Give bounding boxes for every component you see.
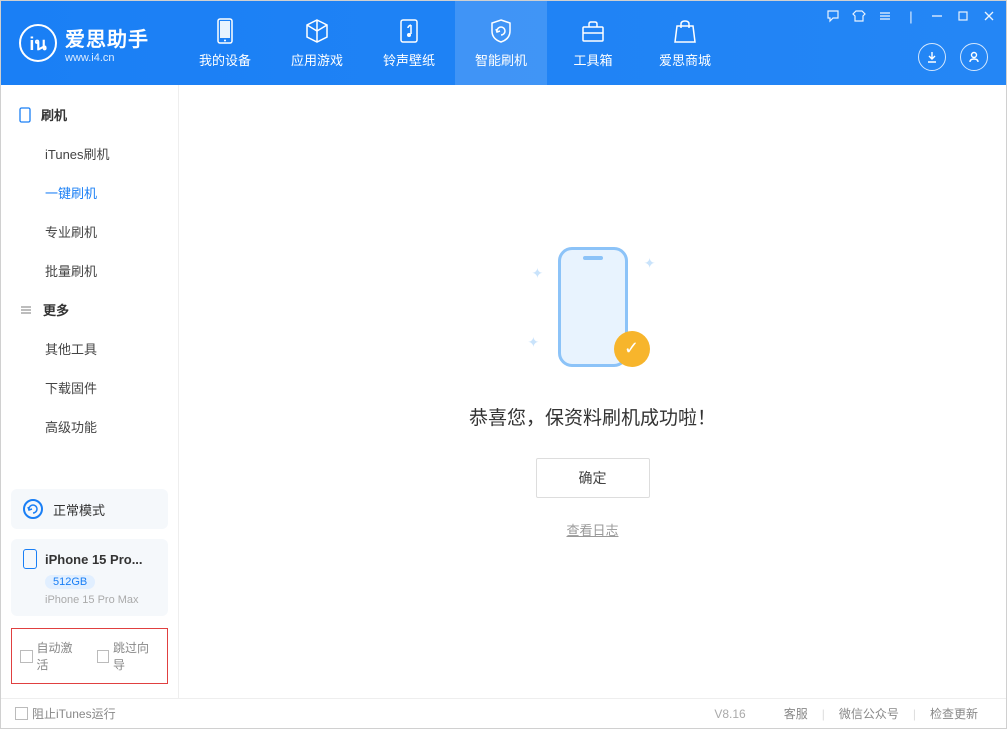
version-label: V8.16 xyxy=(714,707,745,721)
sidebar-item-itunes-flash[interactable]: iTunes刷机 xyxy=(1,134,178,173)
device-card[interactable]: iPhone 15 Pro... 512GB iPhone 15 Pro Max xyxy=(11,539,168,616)
checkbox-icon xyxy=(20,650,33,663)
checkbox-icon xyxy=(97,650,110,663)
logo-area: iน 爱思助手 www.i4.cn xyxy=(1,1,179,85)
minimize-button[interactable] xyxy=(928,7,946,25)
checkbox-skip-wizard[interactable]: 跳过向导 xyxy=(97,639,160,673)
sidebar-item-advanced[interactable]: 高级功能 xyxy=(1,407,178,446)
nav-label: 爱思商城 xyxy=(659,50,711,69)
nav-label: 工具箱 xyxy=(573,50,612,69)
sidebar-group-flash: 刷机 xyxy=(1,95,178,134)
user-button[interactable] xyxy=(960,43,988,71)
sidebar-group-more: 更多 xyxy=(1,290,178,329)
refresh-icon xyxy=(23,499,43,519)
nav-toolbox[interactable]: 工具箱 xyxy=(547,1,639,85)
nav-ringtones[interactable]: 铃声壁纸 xyxy=(363,1,455,85)
checkbox-icon xyxy=(15,707,28,720)
update-link[interactable]: 检查更新 xyxy=(916,705,992,722)
app-title: 爱思助手 xyxy=(65,23,149,52)
nav-flash[interactable]: 智能刷机 xyxy=(455,1,547,85)
sidebar-item-download-firmware[interactable]: 下载固件 xyxy=(1,368,178,407)
wechat-link[interactable]: 微信公众号 xyxy=(825,705,913,722)
skin-icon[interactable] xyxy=(850,7,868,25)
device-subtitle: iPhone 15 Pro Max xyxy=(45,594,156,606)
sidebar: 刷机 iTunes刷机 一键刷机 专业刷机 批量刷机 更多 其他工具 下载固件 … xyxy=(1,85,179,698)
nav-label: 铃声壁纸 xyxy=(383,50,435,69)
app-header: iน 爱思助手 www.i4.cn 我的设备 应用游戏 铃声壁纸 智能刷机 工具… xyxy=(1,1,1006,85)
success-message: 恭喜您，保资料刷机成功啦！ xyxy=(469,403,716,430)
sparkle-icon: ✦ xyxy=(528,334,540,351)
checkbox-auto-activate[interactable]: 自动激活 xyxy=(20,639,83,673)
device-storage: 512GB xyxy=(45,575,95,589)
close-button[interactable] xyxy=(980,7,998,25)
sidebar-item-oneclick-flash[interactable]: 一键刷机 xyxy=(1,173,178,212)
sidebar-item-pro-flash[interactable]: 专业刷机 xyxy=(1,212,178,251)
nav-label: 应用游戏 xyxy=(291,50,343,69)
app-logo-icon: iน xyxy=(19,24,57,62)
device-icon xyxy=(23,549,37,569)
mode-label: 正常模式 xyxy=(53,500,105,519)
refresh-shield-icon xyxy=(488,18,514,44)
sparkle-icon: ✦ xyxy=(644,255,656,272)
sidebar-item-batch-flash[interactable]: 批量刷机 xyxy=(1,251,178,290)
phone-small-icon xyxy=(19,107,31,123)
cube-icon xyxy=(304,18,330,44)
more-icon xyxy=(19,303,33,317)
success-illustration: ✦ ✦ ✦ ✓ xyxy=(528,245,658,375)
separator: | xyxy=(902,7,920,25)
device-name: iPhone 15 Pro... xyxy=(45,552,143,567)
mode-card[interactable]: 正常模式 xyxy=(11,489,168,529)
footer: 阻止iTunes运行 V8.16 客服 | 微信公众号 | 检查更新 xyxy=(1,698,1006,728)
view-log-link[interactable]: 查看日志 xyxy=(566,520,618,539)
nav-label: 智能刷机 xyxy=(475,50,527,69)
window-controls: | xyxy=(824,7,998,25)
app-url: www.i4.cn xyxy=(65,52,149,64)
checkbox-block-itunes[interactable]: 阻止iTunes运行 xyxy=(15,705,116,722)
activation-options: 自动激活 跳过向导 xyxy=(11,628,168,684)
sidebar-item-other-tools[interactable]: 其他工具 xyxy=(1,329,178,368)
nav-store[interactable]: 爱思商城 xyxy=(639,1,731,85)
maximize-button[interactable] xyxy=(954,7,972,25)
support-link[interactable]: 客服 xyxy=(770,705,822,722)
menu-icon[interactable] xyxy=(876,7,894,25)
checkmark-badge-icon: ✓ xyxy=(614,331,650,367)
music-icon xyxy=(396,18,422,44)
phone-icon xyxy=(212,18,238,44)
sparkle-icon: ✦ xyxy=(532,265,544,282)
nav-label: 我的设备 xyxy=(199,50,251,69)
toolbox-icon xyxy=(580,18,606,44)
bag-icon xyxy=(672,18,698,44)
download-button[interactable] xyxy=(918,43,946,71)
nav-apps-games[interactable]: 应用游戏 xyxy=(271,1,363,85)
feedback-icon[interactable] xyxy=(824,7,842,25)
ok-button[interactable]: 确定 xyxy=(536,458,650,498)
main-content: ✦ ✦ ✦ ✓ 恭喜您，保资料刷机成功啦！ 确定 查看日志 xyxy=(179,85,1006,698)
header-actions xyxy=(918,43,988,71)
nav-my-device[interactable]: 我的设备 xyxy=(179,1,271,85)
